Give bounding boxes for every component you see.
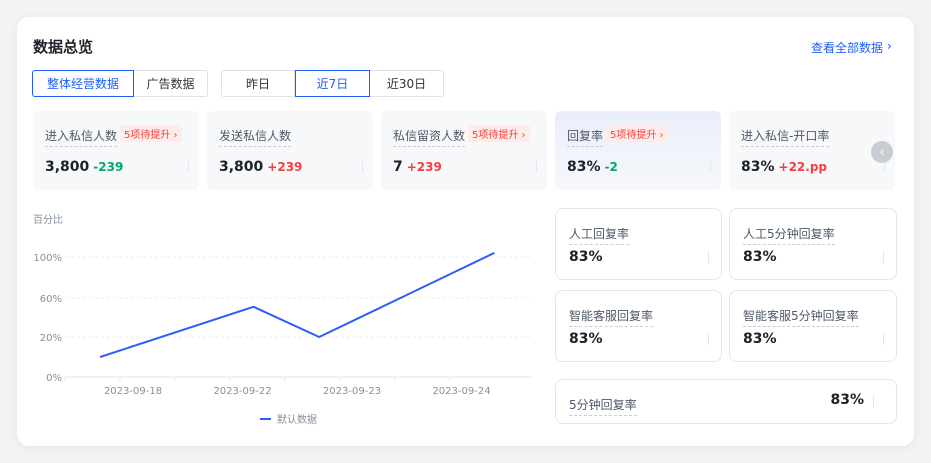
rate-label: 人工回复率 [569, 225, 630, 245]
x-tick-label: 2023-09-23 [323, 386, 381, 397]
improvement-badge[interactable]: 5项待提升 › [606, 125, 668, 142]
divider [884, 161, 885, 173]
rate-value: 83% [743, 331, 777, 347]
legend-label: 默认数据 [277, 413, 317, 426]
series-line [99, 251, 495, 358]
rate-card[interactable]: 人工回复率 83% [555, 208, 722, 280]
scroll-left-button[interactable]: ‹ [871, 141, 893, 163]
metric-value-row: 83% -2 [567, 159, 618, 175]
x-tick-label: 2023-09-24 [432, 386, 490, 397]
x-tick-label: 2023-09-18 [104, 386, 162, 397]
y-tick-label: 0% [46, 373, 62, 384]
metric-delta: -2 [604, 160, 618, 174]
chevron-right-icon: › [887, 39, 892, 53]
view-all-label: 查看全部数据 [811, 41, 884, 55]
line-chart: 0% 20% 60% 100% 2023-09-18 2023-09-22 2023-09-… [33, 251, 532, 426]
metric-value: 83% [567, 159, 601, 175]
rate-label: 5分钟回复率 [569, 396, 637, 416]
rate-value: 83% [569, 331, 603, 347]
divider [883, 251, 884, 263]
metric-card[interactable]: 回复率 5项待提升 › 83% -2 [555, 111, 721, 190]
metric-label: 进入私信-开口率 [741, 127, 830, 147]
rate-value: 83% [569, 249, 603, 265]
metric-value: 83% [741, 159, 775, 175]
y-tick-label: 20% [40, 333, 62, 344]
view-all-link[interactable]: 查看全部数据 › [811, 39, 892, 56]
rate-label: 人工5分钟回复率 [743, 225, 835, 245]
divider [883, 333, 884, 345]
rate-card[interactable]: 智能客服回复率 83% [555, 290, 722, 362]
chevron-left-icon: ‹ [879, 144, 885, 160]
y-tick-label: 60% [40, 294, 62, 305]
divider [873, 395, 874, 407]
divider [708, 251, 709, 263]
x-tick-label: 2023-09-22 [213, 386, 271, 397]
metric-delta: +22.pp [778, 160, 828, 174]
rate-value: 83% [830, 392, 864, 408]
divider [708, 333, 709, 345]
divider [710, 161, 711, 173]
rate-card[interactable]: 智能客服5分钟回复率 83% [729, 290, 897, 362]
rate-label: 智能客服5分钟回复率 [743, 307, 859, 327]
y-tick-label: 100% [33, 253, 62, 264]
metric-value-row: 83% +22.pp [741, 159, 827, 175]
rate-value: 83% [743, 249, 777, 265]
rate-label: 智能客服回复率 [569, 307, 654, 327]
metric-label: 回复率 [567, 127, 604, 147]
rate-card[interactable]: 人工5分钟回复率 83% [729, 208, 897, 280]
rate-card[interactable]: 5分钟回复率 83% [555, 379, 897, 424]
